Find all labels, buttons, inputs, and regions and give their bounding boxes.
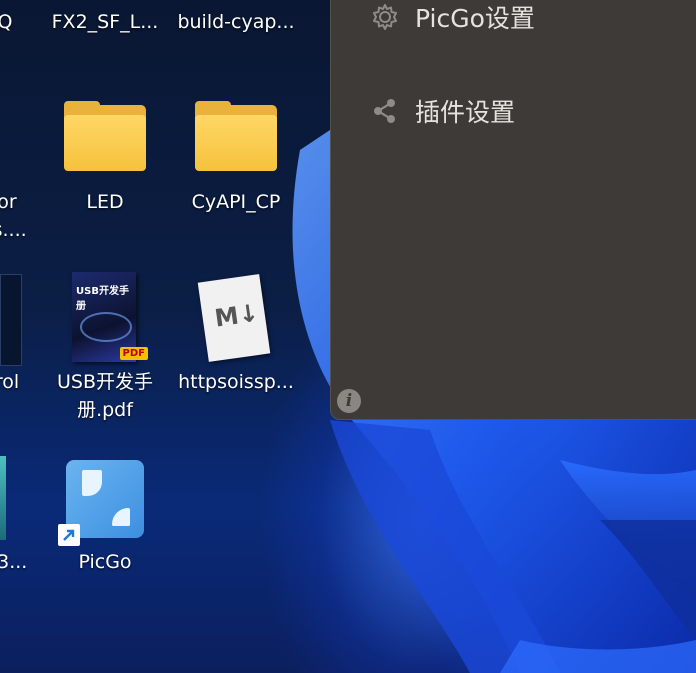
desktop-icon-led[interactable]: LED [40,188,170,216]
desktop-icon-fx2-sf[interactable]: FX2_SF_L... [40,8,170,36]
icon-label: build-cyap... [177,11,295,33]
desktop-icon-picgo[interactable]: PicGo [40,548,170,576]
desktop-icon-usb-manual[interactable]: USB开发手 册.pdf [40,368,170,424]
info-icon[interactable]: i [337,389,361,413]
icon-label: FX2_SF_L... [51,11,159,33]
icon-label: ls.... [0,219,27,241]
desktop-icon-cyapi-cp[interactable]: CyAPI_CP [171,188,301,216]
menu-item-picgo-settings[interactable]: PicGo设置 [371,0,535,35]
icon-label: CyAPI_CP [191,191,281,213]
icon-label: PicGo [78,551,132,573]
markdown-file-icon[interactable]: M↓ [197,274,271,362]
icon-label: 册.pdf [77,399,133,421]
shortcut-arrow-icon [58,524,80,546]
share-icon [374,99,395,123]
partial-app-icon[interactable] [0,274,22,366]
pdf-badge: PDF [119,347,148,360]
menu-item-label: PicGo设置 [415,4,535,33]
book-title: USB开发手册 [76,286,129,312]
partial-app-icon[interactable] [0,456,6,540]
desktop-icon-httpsoissp[interactable]: httpsoissp... [171,368,301,396]
desktop-icon-build-cyap[interactable]: build-cyap... [171,8,301,36]
icon-label: LED [86,191,124,213]
picgo-settings-menu: PicGo设置 插件设置 i [330,0,696,420]
pdf-book-icon[interactable]: USB开发手册 PDF [72,272,148,362]
icon-label: httpsoissp... [178,371,294,393]
gear-icon [373,4,397,30]
icon-label: USB开发手 [56,371,153,393]
menu-item-plugin-settings[interactable]: 插件设置 [371,93,515,129]
menu-item-label: 插件设置 [415,98,516,127]
